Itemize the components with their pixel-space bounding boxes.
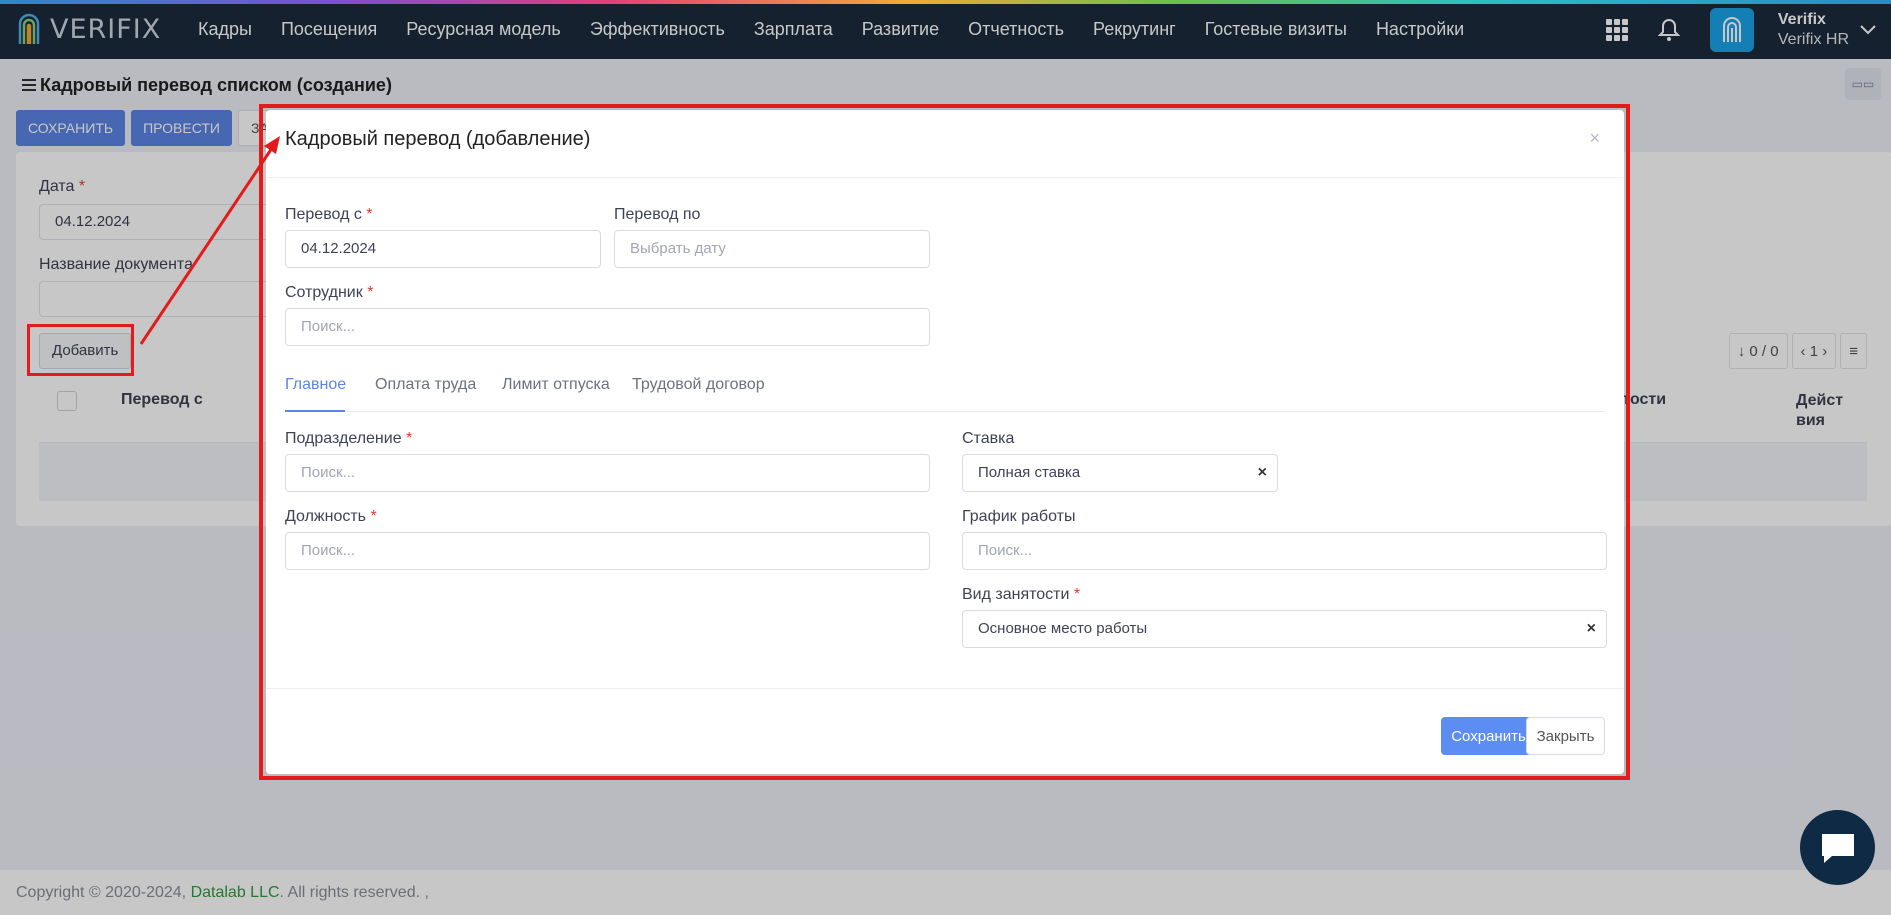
add-button-highlight [27,324,134,376]
chat-button[interactable] [1800,810,1875,885]
modal-highlight-frame [259,104,1630,780]
brand-color-stripe [0,0,1891,4]
chat-icon [1821,833,1854,863]
